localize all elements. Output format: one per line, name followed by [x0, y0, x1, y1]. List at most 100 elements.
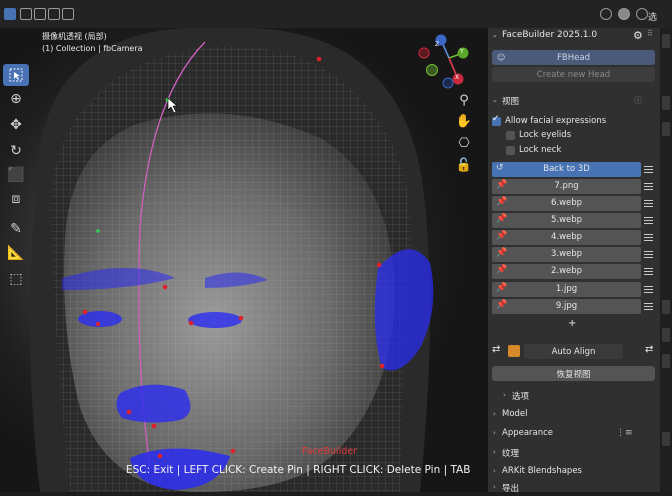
image-row[interactable]: 📌 4.webp [492, 230, 641, 245]
cursor-select-icon [9, 68, 23, 82]
pin-mode-hint: ESC: Exit | LEFT CLICK: Create Pin | RIG… [126, 464, 471, 476]
image-name: 6.webp [550, 198, 583, 208]
viewport-shading-solid-icon[interactable] [618, 8, 630, 20]
scale-tool[interactable]: ⬛ [3, 164, 29, 186]
face-scene[interactable] [0, 28, 488, 492]
auto-align-extra-icon[interactable]: ⇄ [645, 344, 653, 355]
list-icon[interactable]: ⋮≡ [616, 428, 633, 438]
annotate-tool[interactable]: ✎ [3, 218, 29, 240]
camera-view-control[interactable]: ⎔ [455, 134, 473, 152]
viewport-subtitle: (1) Collection | fbCamera [42, 44, 143, 53]
nose-mesh [116, 384, 191, 423]
pan-control[interactable]: ✋ [455, 112, 473, 130]
auto-align-button[interactable]: Auto Align [524, 344, 623, 359]
pin [151, 423, 157, 429]
cube-add-icon: ⬚ [9, 271, 23, 287]
menu-icon[interactable] [643, 162, 654, 177]
rotate-tool[interactable]: ↻ [3, 140, 29, 162]
tab-item[interactable] [662, 300, 670, 314]
sidebar-tabs [660, 28, 672, 492]
lock-neck-label: Lock neck [519, 145, 562, 155]
menu-icon[interactable] [643, 213, 654, 228]
lock-neck-checkbox[interactable] [506, 146, 515, 155]
pin [316, 56, 322, 62]
head-button[interactable]: ☺ FBHead [492, 50, 655, 65]
export-section[interactable]: › 导出 [488, 480, 660, 496]
select-intersect-icon[interactable] [62, 8, 74, 20]
back-to-3d-label: Back to 3D [543, 164, 590, 174]
arkit-section[interactable]: › ARKit Blendshapes [488, 464, 660, 480]
viewport-shading-render-icon[interactable] [636, 8, 648, 20]
section-arrow-icon[interactable]: ⌄ [492, 96, 498, 104]
select-mode-icon[interactable] [4, 8, 16, 20]
menu-icon[interactable] [643, 299, 654, 314]
tab-item[interactable] [662, 96, 670, 110]
pin [376, 262, 382, 268]
tab-item[interactable] [662, 122, 670, 136]
image-row[interactable]: 📌 5.webp [492, 213, 641, 228]
restore-view-button[interactable]: 恢复视图 [492, 366, 655, 381]
select-subtract-icon[interactable] [34, 8, 46, 20]
image-row[interactable]: 📌 6.webp [492, 196, 641, 211]
lock-icon: 🔓 [455, 157, 473, 173]
menu-icon[interactable] [643, 196, 654, 211]
appearance-section[interactable]: › Appearance [488, 426, 660, 442]
back-to-3d-button[interactable]: ↺ Back to 3D [492, 162, 641, 177]
image-row[interactable]: 📌 1.jpg [492, 282, 641, 297]
lock-eyelids-checkbox[interactable] [506, 131, 515, 140]
create-head-button[interactable]: Create new Head [492, 67, 655, 82]
viewport-shading-icon[interactable] [600, 8, 612, 20]
zoom-control[interactable]: ⚲ [455, 91, 473, 109]
menu-icon[interactable] [643, 264, 654, 279]
tab-item[interactable] [662, 432, 670, 446]
lock-eyelids-label: Lock eyelids [519, 130, 572, 140]
select-invert-icon[interactable] [48, 8, 60, 20]
image-row[interactable]: 📌 2.webp [492, 264, 641, 279]
measure-tool[interactable]: 📐 [3, 242, 29, 264]
tab-view-label[interactable]: 选 [648, 10, 657, 23]
tab-item[interactable] [662, 328, 670, 342]
3d-viewport[interactable]: 摄像机透视 (局部) (1) Collection | fbCamera ⊕ ✥… [0, 28, 488, 492]
texture-section[interactable]: › 纹理 [488, 445, 660, 461]
transform-tool[interactable]: ⧈ [3, 188, 29, 210]
hand-icon: ✋ [455, 113, 473, 129]
help-icon[interactable]: ⓘ [634, 95, 642, 106]
model-section[interactable]: › Model [488, 407, 660, 423]
menu-icon[interactable] [643, 247, 654, 262]
arkit-label: ARKit Blendshapes [502, 466, 582, 476]
auto-align-settings-icon[interactable]: ⇄ [492, 344, 500, 355]
move-tool[interactable]: ✥ [3, 114, 29, 136]
menu-icon[interactable] [643, 230, 654, 245]
tab-item[interactable] [662, 34, 670, 48]
options-subsection[interactable]: › 选项 [498, 388, 670, 404]
allow-expressions-label: Allow facial expressions [505, 116, 607, 126]
view-section-title[interactable]: 视图 [502, 95, 519, 107]
add-image-button[interactable]: + [568, 318, 576, 329]
pin [230, 448, 236, 454]
eye-mesh-right [188, 312, 242, 328]
collapse-arrow-icon[interactable]: ⌄ [492, 31, 498, 39]
lock-camera-control[interactable]: 🔓 [455, 156, 473, 174]
menu-icon[interactable] [643, 282, 654, 297]
cursor-tool[interactable]: ⊕ [3, 88, 29, 110]
rotate-icon: ↻ [10, 143, 22, 159]
image-row[interactable]: 📌 9.jpg [492, 299, 641, 314]
expand-arrow-icon: › [493, 429, 496, 437]
editor-header [0, 0, 672, 28]
image-row[interactable]: 📌 7.png [492, 179, 641, 194]
pencil-icon: ✎ [10, 221, 22, 237]
menu-icon[interactable] [643, 179, 654, 194]
select-box-tool[interactable] [3, 64, 29, 86]
gear-icon[interactable]: ⚙ [633, 29, 643, 42]
allow-expressions-checkbox[interactable] [492, 114, 501, 126]
image-name: 4.webp [550, 232, 583, 242]
tab-item[interactable] [662, 354, 670, 368]
export-label: 导出 [502, 484, 520, 494]
panel-title: FaceBuilder 2025.1.0 [502, 30, 598, 40]
scale-icon: ⬛ [7, 167, 25, 183]
image-row[interactable]: 📌 3.webp [492, 247, 641, 262]
drag-handle-icon[interactable]: ⠿ [647, 29, 653, 38]
select-extend-icon[interactable] [20, 8, 32, 20]
add-cube-tool[interactable]: ⬚ [3, 268, 29, 290]
pin [188, 320, 194, 326]
